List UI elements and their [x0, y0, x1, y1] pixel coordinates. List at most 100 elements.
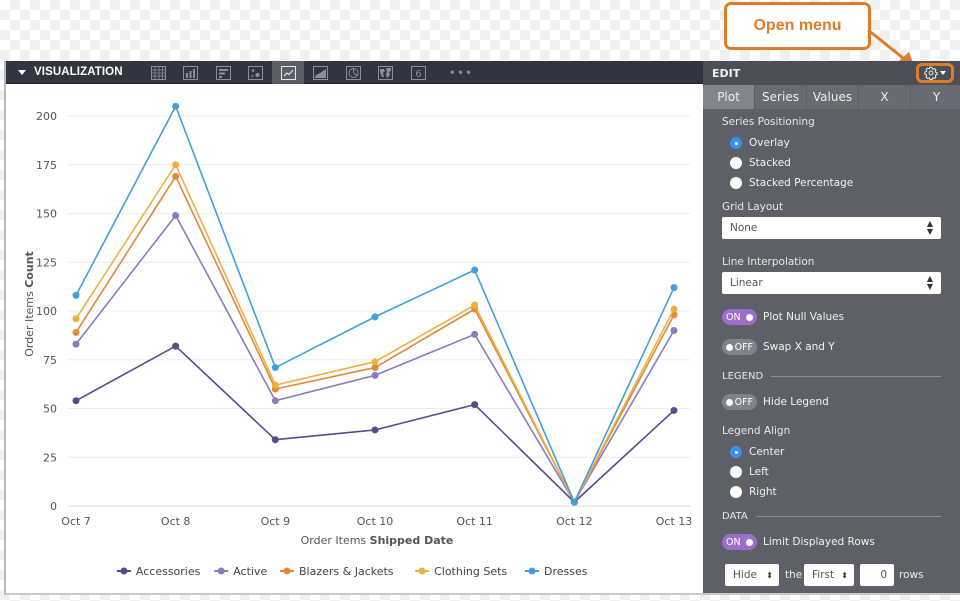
data-section-label: DATA	[722, 511, 748, 522]
pie-chart-icon[interactable]	[337, 61, 369, 84]
edit-title: EDIT	[712, 66, 741, 80]
series-line	[75, 163, 675, 504]
legend-label: Blazers & Jackets	[299, 565, 394, 578]
radio-label: Center	[749, 446, 785, 458]
y-tick-label: 0	[50, 500, 57, 513]
toggle-state: ON	[726, 536, 741, 548]
radio-button[interactable]	[730, 486, 742, 498]
x-tick-label: Oct 7	[61, 515, 91, 528]
chart-legend: Accessories Active Blazers & Jackets Clothi…	[116, 565, 588, 578]
more-options-button[interactable]: •••	[445, 61, 477, 84]
legend-item[interactable]: Accessories	[116, 565, 201, 578]
x-axis-label: Order Items Shipped Date	[301, 534, 454, 547]
y-tick-label: 200	[36, 110, 57, 123]
single-value-glyph: 6	[415, 69, 421, 80]
swap-xy-label: Swap X and Y	[763, 341, 835, 353]
legend-item[interactable]: Clothing Sets	[415, 565, 507, 578]
radio-right[interactable]: Right	[730, 486, 777, 498]
select-arrows-icon: ▲ ▼	[926, 219, 933, 236]
line-interpolation-value: Linear	[730, 277, 763, 289]
toggle-knob	[746, 538, 753, 546]
grid-layout-select[interactable]: None ▲ ▼	[722, 217, 941, 239]
grid-layout-value: None	[730, 222, 758, 234]
plot-null-values-toggle[interactable]: ON	[722, 309, 757, 325]
area-chart-icon[interactable]	[304, 61, 336, 84]
toggle-knob	[726, 343, 733, 351]
radio-button-checked[interactable]	[730, 137, 742, 149]
series-blazers-jackets	[72, 172, 678, 506]
legend-section-header: LEGEND	[722, 371, 941, 382]
visualization-header: VISUALIZATION 6 •••	[6, 61, 703, 84]
visualization-title: VISUALIZATION	[34, 66, 123, 78]
radio-button-checked[interactable]	[730, 446, 742, 458]
radio-button[interactable]	[730, 177, 742, 189]
row-position-select[interactable]: First ⬍	[804, 564, 854, 586]
radio-button[interactable]	[730, 157, 742, 169]
line-interpolation-select[interactable]: Linear ▲ ▼	[722, 272, 941, 294]
data-point	[471, 266, 479, 274]
table-icon[interactable]	[142, 61, 174, 84]
tab-values[interactable]: Values	[807, 85, 859, 109]
tab-x[interactable]: X	[859, 85, 911, 109]
legend-item[interactable]: Dresses	[525, 565, 588, 578]
data-point	[371, 358, 379, 366]
series-dresses	[72, 102, 678, 506]
the-label: the	[785, 569, 803, 581]
y-tick-label: 150	[36, 208, 57, 221]
line-chart-icon[interactable]	[272, 61, 304, 84]
y-axis-ticks: 0 25 50 75 100 125 150 175 200	[36, 110, 57, 513]
tab-series[interactable]: Series	[755, 85, 807, 109]
radio-center[interactable]: Center	[730, 446, 784, 458]
tab-y[interactable]: Y	[911, 85, 960, 109]
legend-item[interactable]: Blazers & Jackets	[280, 565, 394, 578]
x-tick-label: Oct 8	[161, 515, 191, 528]
rows-label: rows	[899, 569, 924, 581]
caret-down-icon	[18, 69, 26, 75]
edit-tabs: Plot Series Values X Y	[703, 85, 960, 109]
series-positioning-label: Series Positioning	[722, 116, 815, 128]
section-divider	[755, 516, 941, 517]
x-tick-label: Oct 13	[656, 515, 693, 528]
toggle-state: OFF	[734, 341, 753, 353]
scatter-chart-icon[interactable]	[239, 61, 271, 84]
data-point	[570, 498, 578, 506]
limit-rows-label: Limit Displayed Rows	[763, 536, 875, 548]
map-icon[interactable]	[369, 61, 401, 84]
row-action-value: Hide	[733, 569, 757, 581]
bar-chart-icon[interactable]	[207, 61, 239, 84]
y-tick-label: 125	[36, 256, 57, 269]
swap-xy-toggle[interactable]: OFF	[722, 339, 757, 355]
chart-svg: 0255075100125150175200 Oct 7 Oct 8 Oct 9 Oc…	[23, 102, 693, 578]
radio-label: Right	[749, 486, 777, 498]
legend-section-label: LEGEND	[722, 371, 764, 382]
chevron-down-icon	[940, 71, 946, 75]
radio-left[interactable]: Left	[730, 466, 769, 478]
hide-legend-label: Hide Legend	[763, 396, 829, 408]
x-tick-label: Oct 9	[261, 515, 291, 528]
x-tick-label: Oct 11	[456, 515, 493, 528]
limit-rows-toggle[interactable]: ON	[722, 534, 757, 550]
visualization-collapse-toggle[interactable]: VISUALIZATION	[18, 66, 148, 78]
toggle-state: ON	[726, 311, 741, 323]
app-frame: VISUALIZATION 6 ••• 0 25 50 75 100 125 1…	[4, 61, 960, 595]
data-point	[72, 291, 80, 299]
row-action-select[interactable]: Hide ⬍	[725, 564, 779, 586]
row-count-input[interactable]: 0	[860, 564, 894, 586]
open-menu-button[interactable]	[916, 63, 954, 83]
radio-button[interactable]	[730, 466, 742, 478]
y-tick-label: 25	[43, 451, 57, 464]
legend-swatch-dot	[283, 567, 291, 575]
data-point	[271, 397, 279, 405]
x-tick-label: Oct 12	[556, 515, 593, 528]
legend-item[interactable]: Active	[214, 565, 267, 578]
toggle-state: OFF	[734, 396, 753, 408]
data-point	[371, 426, 379, 434]
series-clothing-sets	[72, 161, 678, 506]
radio-stacked[interactable]: Stacked	[730, 157, 791, 169]
radio-stacked-percentage[interactable]: Stacked Percentage	[730, 177, 853, 189]
single-value-icon[interactable]: 6	[402, 61, 434, 84]
hide-legend-toggle[interactable]: OFF	[722, 394, 757, 410]
radio-overlay[interactable]: Overlay	[730, 137, 790, 149]
tab-plot[interactable]: Plot	[703, 85, 755, 109]
column-chart-icon[interactable]	[174, 61, 206, 84]
